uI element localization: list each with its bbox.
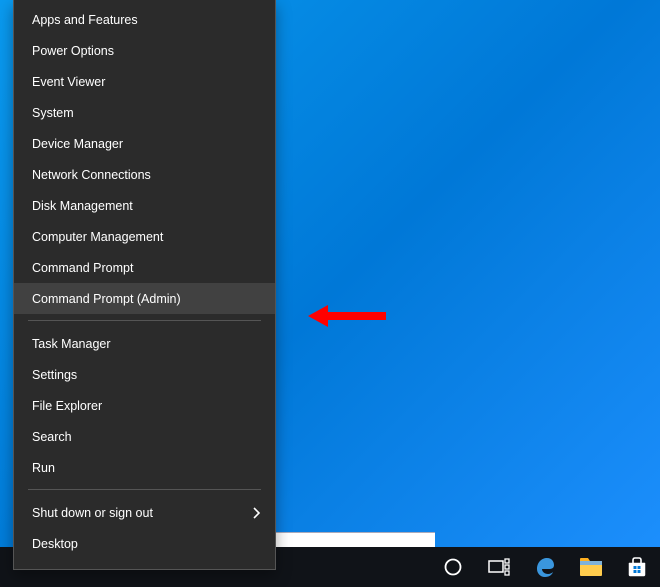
menu-shutdown-signout-label: Shut down or sign out bbox=[32, 506, 153, 520]
task-view-icon[interactable] bbox=[476, 547, 522, 587]
menu-event-viewer-label: Event Viewer bbox=[32, 75, 105, 89]
edge-icon[interactable] bbox=[522, 547, 568, 587]
menu-task-manager[interactable]: Task Manager bbox=[14, 328, 275, 359]
menu-apps-and-features-label: Apps and Features bbox=[32, 13, 138, 27]
menu-computer-management-label: Computer Management bbox=[32, 230, 163, 244]
cortana-icon[interactable] bbox=[430, 547, 476, 587]
menu-separator bbox=[28, 320, 261, 322]
store-icon[interactable] bbox=[614, 547, 660, 587]
menu-disk-management-label: Disk Management bbox=[32, 199, 133, 213]
menu-command-prompt-label: Command Prompt bbox=[32, 261, 133, 275]
menu-search[interactable]: Search bbox=[14, 421, 275, 452]
menu-settings-label: Settings bbox=[32, 368, 77, 382]
menu-disk-management[interactable]: Disk Management bbox=[14, 190, 275, 221]
menu-system[interactable]: System bbox=[14, 97, 275, 128]
menu-command-prompt-admin[interactable]: Command Prompt (Admin) bbox=[14, 283, 275, 314]
menu-device-manager-label: Device Manager bbox=[32, 137, 123, 151]
menu-event-viewer[interactable]: Event Viewer bbox=[14, 66, 275, 97]
menu-apps-and-features[interactable]: Apps and Features bbox=[14, 4, 275, 35]
menu-power-options[interactable]: Power Options bbox=[14, 35, 275, 66]
menu-computer-management[interactable]: Computer Management bbox=[14, 221, 275, 252]
menu-desktop-label: Desktop bbox=[32, 537, 78, 551]
menu-file-explorer[interactable]: File Explorer bbox=[14, 390, 275, 421]
menu-device-manager[interactable]: Device Manager bbox=[14, 128, 275, 159]
winx-context-menu: Apps and Features Power Options Event View… bbox=[13, 0, 276, 570]
menu-power-options-label: Power Options bbox=[32, 44, 114, 58]
menu-run[interactable]: Run bbox=[14, 452, 275, 483]
menu-network-connections-label: Network Connections bbox=[32, 168, 151, 182]
menu-file-explorer-label: File Explorer bbox=[32, 399, 102, 413]
menu-command-prompt-admin-label: Command Prompt (Admin) bbox=[32, 292, 181, 306]
menu-desktop[interactable]: Desktop bbox=[14, 528, 275, 559]
menu-run-label: Run bbox=[32, 461, 55, 475]
menu-network-connections[interactable]: Network Connections bbox=[14, 159, 275, 190]
chevron-right-icon bbox=[253, 507, 261, 519]
menu-shutdown-signout[interactable]: Shut down or sign out bbox=[14, 497, 275, 528]
menu-task-manager-label: Task Manager bbox=[32, 337, 111, 351]
menu-settings[interactable]: Settings bbox=[14, 359, 275, 390]
menu-separator bbox=[28, 489, 261, 491]
menu-system-label: System bbox=[32, 106, 74, 120]
menu-search-label: Search bbox=[32, 430, 72, 444]
menu-command-prompt[interactable]: Command Prompt bbox=[14, 252, 275, 283]
file-explorer-icon[interactable] bbox=[568, 547, 614, 587]
